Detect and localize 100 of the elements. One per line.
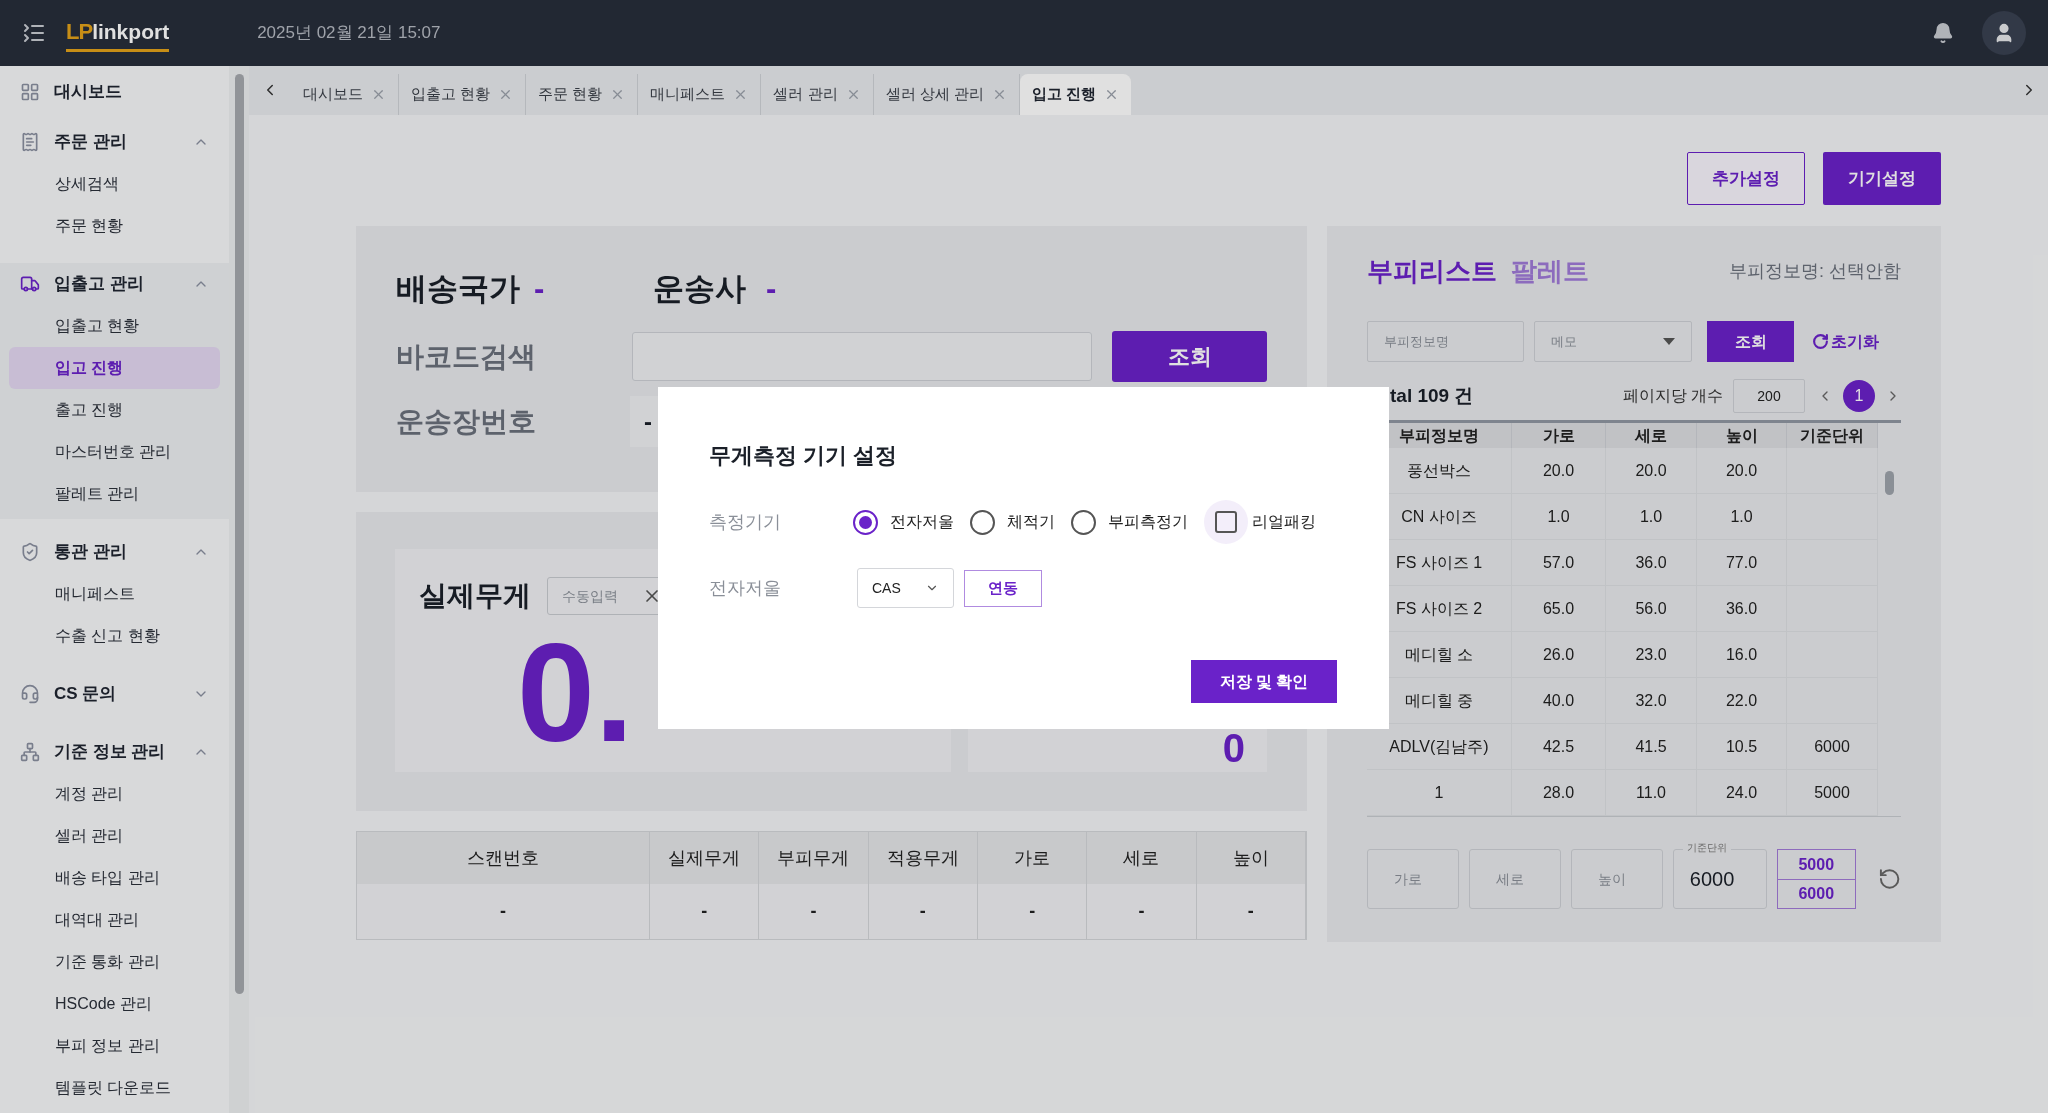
panel-tab[interactable]: 부피리스트 [1367,251,1497,291]
table-cell: - [650,884,760,939]
floating-label: 기준단위 [1682,841,1731,855]
sidebar-item[interactable]: 매니페스트 [9,573,221,615]
sidebar-item[interactable]: 수출 신고 현황 [9,615,221,657]
table-cell: 20.0 [1606,448,1697,493]
sidebar-item[interactable]: 상세검색 [9,163,221,205]
logo[interactable]: LPlinkport [66,14,170,52]
table-cell: 1.0 [1606,494,1697,539]
sidebar-item[interactable]: 배송 타입 관리 [9,857,221,899]
weight-value: 0. [517,633,635,753]
table-cell: 23.0 [1606,632,1697,677]
search-button[interactable]: 조회 [1707,321,1794,362]
table-cell: - [357,884,650,939]
modal-title: 무게측정 기기 설정 [709,442,899,470]
sidebar-group-header[interactable]: 입출고 관리 [0,263,230,305]
sidebar-group-header[interactable]: 주문 관리 [0,121,230,163]
sidebar-item[interactable]: 팔레트 관리 [9,473,221,515]
table-cell: 6000 [1787,724,1878,769]
barcode-label: 바코드검색 [396,339,537,374]
column-header: 실제무게 [650,832,760,884]
checkbox-label: 리얼패킹 [1252,512,1316,532]
sidebar-item[interactable]: 셀러 관리 [9,815,221,857]
column-header: 가로 [978,832,1088,884]
table-cell: 57.0 [1512,540,1606,585]
table-cell: 20.0 [1512,448,1606,493]
table-cell: 1.0 [1512,494,1606,539]
date-time: 2025년 02월 21일 15:07 [257,22,441,45]
tab[interactable]: 대시보드 [291,74,399,115]
sidebar-item[interactable]: 주문 현황 [9,205,221,247]
column-header: 기준단위 [1787,423,1878,448]
table-cell: - [759,884,869,939]
column-header: 세로 [1606,423,1697,448]
sidebar-item[interactable]: 입출고 현황 [9,305,221,347]
sidebar-group-header[interactable]: CS 문의 [0,673,230,715]
table-cell: 10.5 [1697,724,1787,769]
tab[interactable]: 입출고 현황 [399,74,527,115]
reset-button[interactable]: 초기화 [1812,329,1879,354]
table-cell: 22.0 [1697,678,1787,723]
table-cell: 56.0 [1606,586,1697,631]
link-button[interactable]: 연동 [964,569,1042,607]
radio-label: 체적기 [1007,512,1055,532]
sidebar-item[interactable]: 대시보드 [0,74,230,109]
sidebar-item[interactable]: 대역대 관리 [9,899,221,941]
column-header: 적용무게 [868,832,978,884]
column-header: 높이 [1697,423,1787,448]
scale-select[interactable]: CAS [857,568,954,608]
sidebar-group-header[interactable]: 통관 관리 [0,531,230,573]
table-cell: 41.5 [1606,724,1697,769]
column-header: 세로 [1087,832,1197,884]
table-cell: 11.0 [1606,770,1697,815]
selection-info: 부피정보명: 선택안함 [1729,259,1901,283]
carrier-value: - [766,269,777,308]
unit-option-button[interactable]: 5000 [1777,850,1855,879]
table-cell: 16.0 [1697,632,1787,677]
sidebar-item[interactable]: 계정 관리 [9,773,221,815]
table-cell: 26.0 [1512,632,1606,677]
scale-label: 전자저울 [709,576,782,600]
tab[interactable]: 매니페스트 [638,74,762,115]
table-cell: 28.0 [1512,770,1606,815]
page-size-field[interactable]: 200 [1733,379,1805,413]
radio-label: 전자저울 [890,512,954,532]
table-cell: 77.0 [1697,540,1787,585]
table-cell: 36.0 [1606,540,1697,585]
action-button[interactable]: 추가설정 [1687,152,1805,205]
sidebar-item[interactable]: 기준 통화 관리 [9,941,221,983]
table-cell: 40.0 [1512,678,1606,723]
table-cell: 20.0 [1697,448,1787,493]
table-cell: 1.0 [1697,494,1787,539]
table-cell: 5000 [1787,770,1878,815]
tab[interactable]: 셀러 상세 관리 [873,74,1020,115]
table-cell: - [868,884,978,939]
page-number[interactable]: 1 [1843,380,1875,412]
sidebar-item[interactable]: HSCode 관리 [9,983,221,1025]
table-cell: - [1087,884,1197,939]
save-button[interactable]: 저장 및 확인 [1191,660,1337,703]
table-cell: 24.0 [1697,770,1787,815]
total-count: tal 109 건 [1390,383,1474,408]
tab[interactable]: 셀러 관리 [761,74,874,115]
search-button[interactable]: 조회 [1112,331,1267,382]
action-button[interactable]: 기기설정 [1823,152,1941,205]
sidebar-item[interactable]: 마스터번호 관리 [9,431,221,473]
tab[interactable]: 입고 진행 [1019,74,1132,115]
tab[interactable]: 주문 현황 [526,74,639,115]
sidebar-group-header[interactable]: 기준 정보 관리 [0,731,230,773]
column-header: 부피무게 [759,832,869,884]
unit-option-button[interactable]: 6000 [1777,879,1855,908]
column-header: 스캔번호 [357,832,650,884]
page-size-label: 페이지당 개수 [1622,386,1723,406]
sidebar-item[interactable]: 부피 정보 관리 [9,1025,221,1067]
country-value: - [534,269,546,308]
sidebar-item[interactable]: 출고 진행 [9,389,221,431]
sidebar-item[interactable]: 템플릿 다운로드 [9,1067,221,1109]
radio-label: 부피측정기 [1108,512,1188,532]
table-cell: - [978,884,1088,939]
country-label: 배송국가 [396,269,521,308]
table-cell: 42.5 [1512,724,1606,769]
table-cell: 1 [1367,770,1512,815]
sidebar-item[interactable]: 입고 진행 [9,347,221,389]
column-header: 높이 [1196,832,1306,884]
